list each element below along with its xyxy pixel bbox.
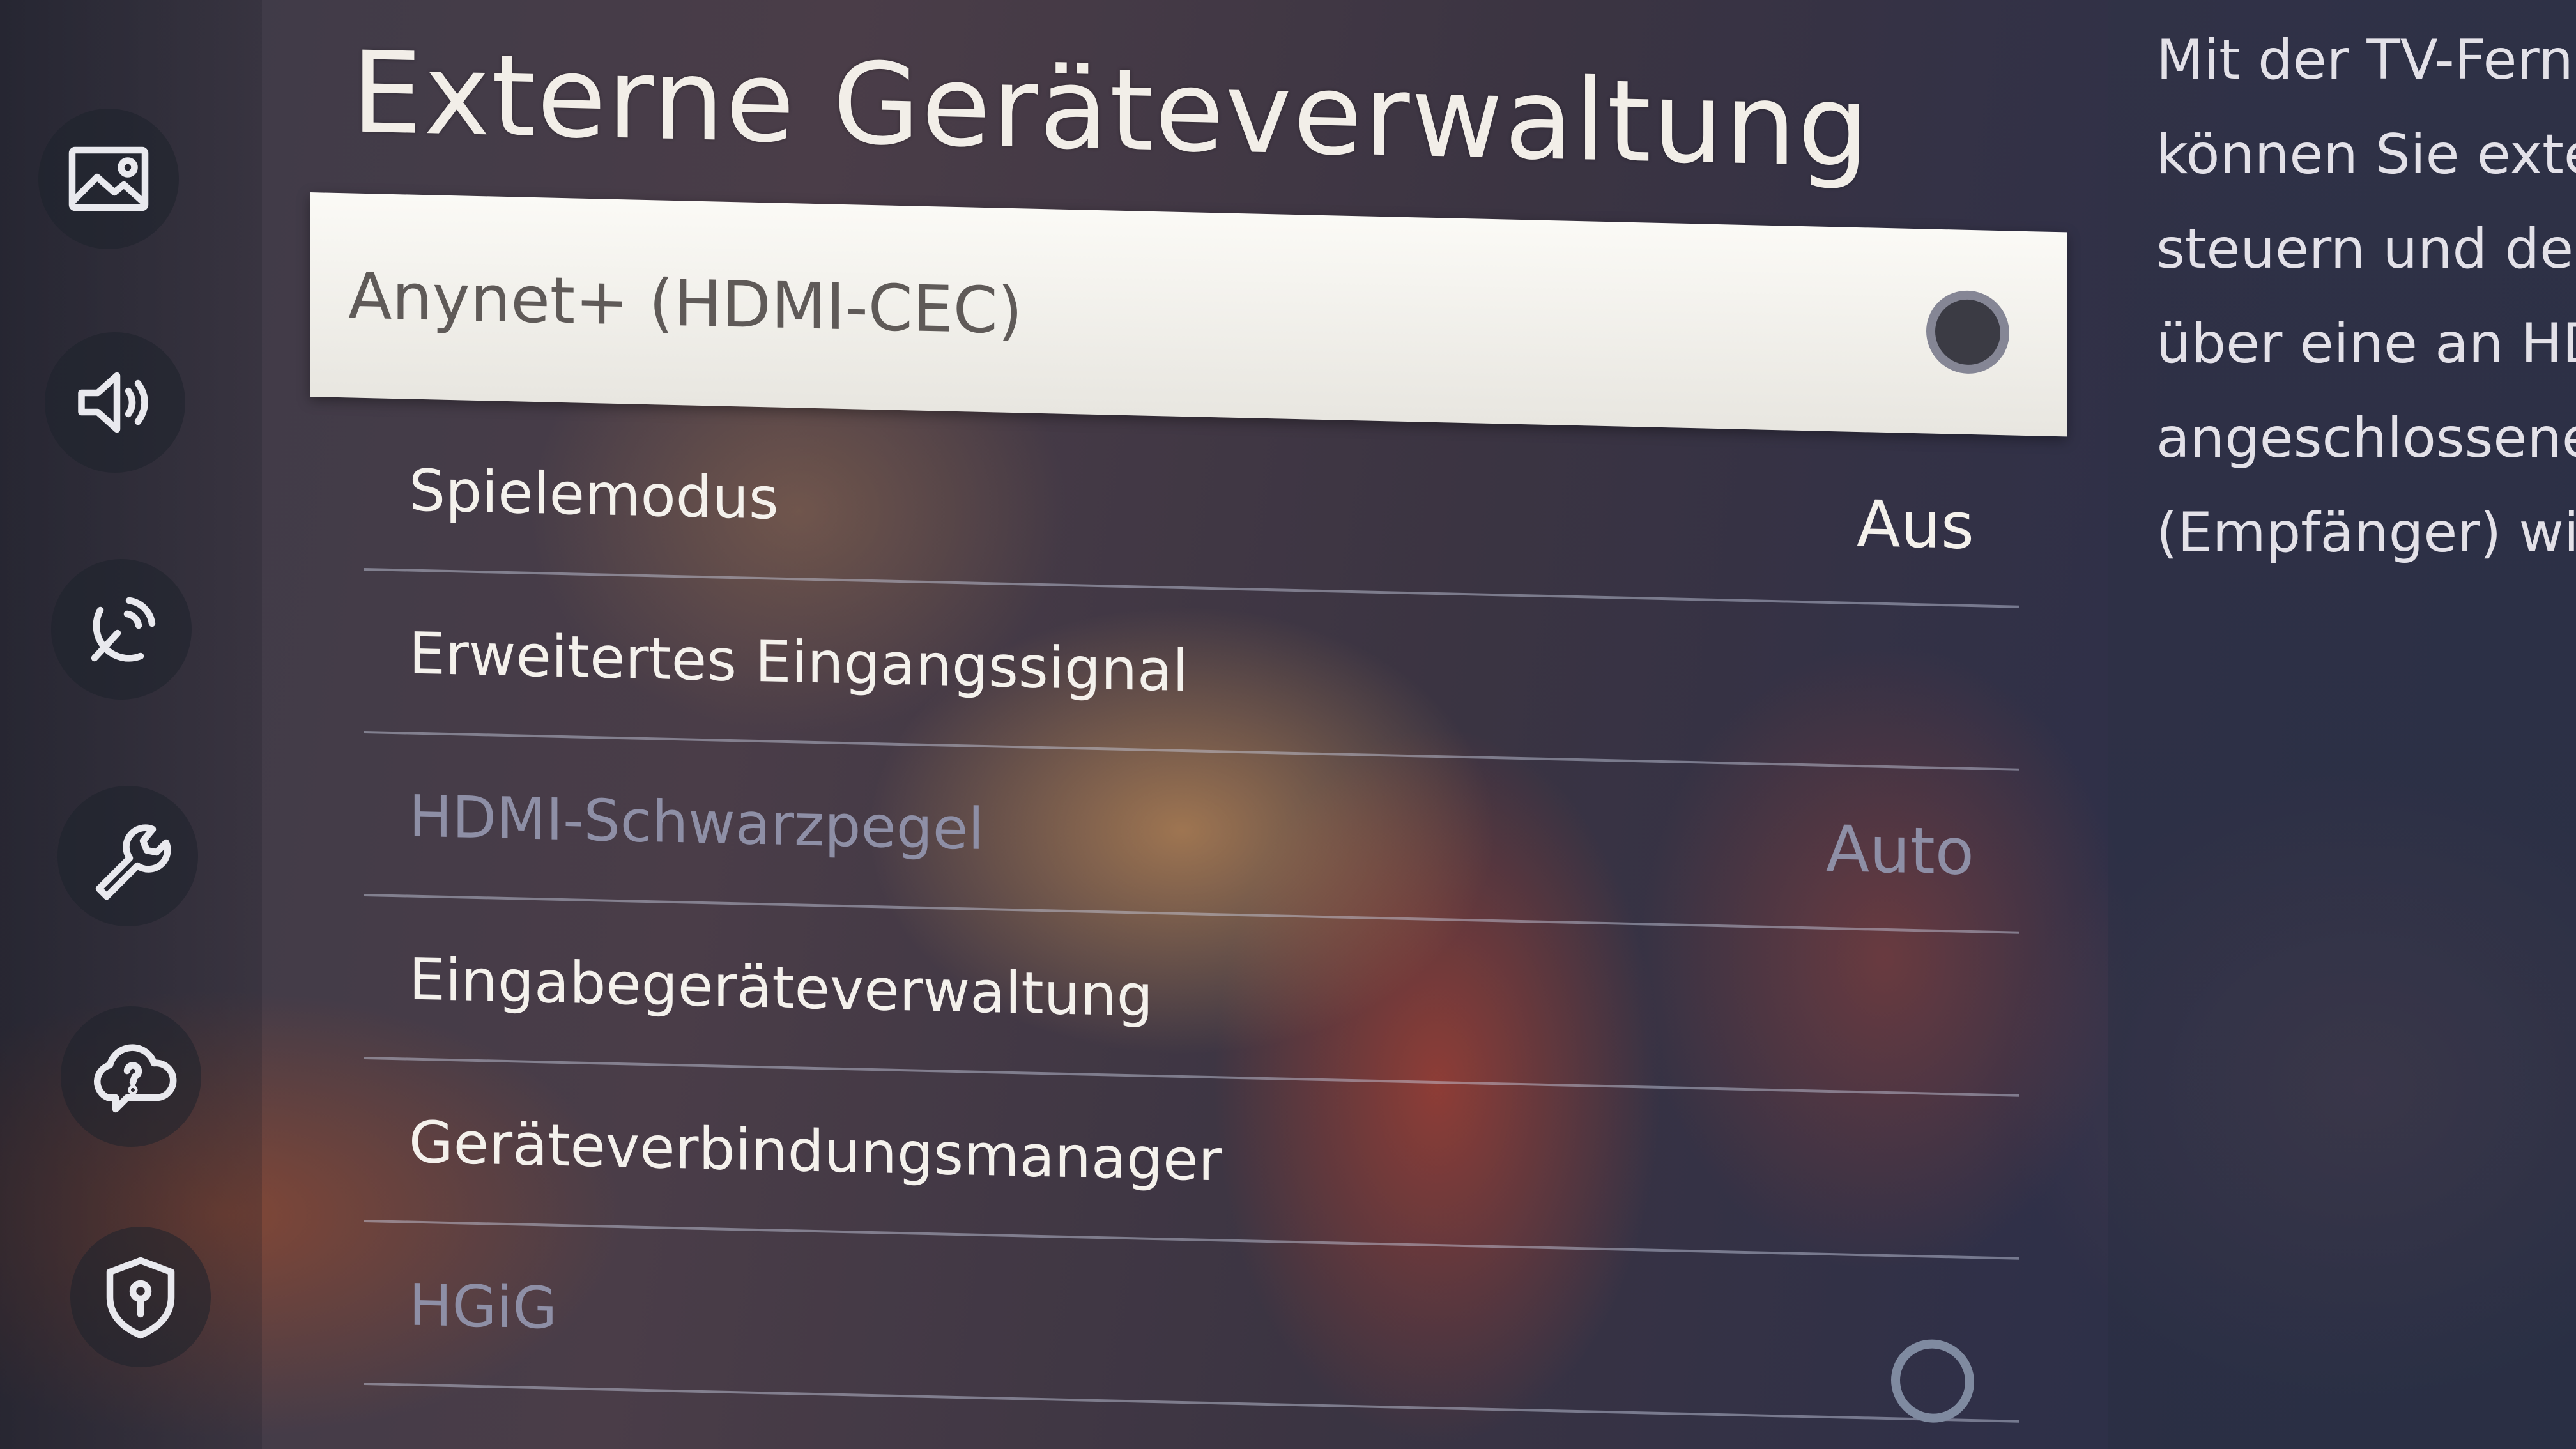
description-line: können Sie exte — [2156, 123, 2576, 187]
menu-item-label: HGiG — [409, 1271, 558, 1342]
support-category-button[interactable] — [61, 1006, 201, 1147]
menu-item-label: Spielemodus — [409, 457, 779, 533]
anynet-toggle[interactable] — [1926, 289, 2009, 375]
menu-item-value: Aus — [1857, 486, 1974, 564]
description-line: angeschlossene — [2156, 406, 2576, 470]
menu-item-label: HDMI-Schwarzpegel — [409, 783, 985, 863]
menu-item-eingabegeraeteverwaltung[interactable]: Eingabegeräteverwaltung — [364, 899, 2019, 1097]
menu-panel: Externe Geräteverwaltung Anynet+ (HDMI-C… — [281, 0, 2108, 1449]
menu-item-erweitertes-eingangssignal[interactable]: Erweitertes Eingangssignal — [364, 573, 2019, 771]
broadcast-category-button[interactable] — [51, 559, 192, 700]
help-description-pane: Mit der TV-Fernl können Sie exte steuern… — [2108, 0, 2576, 1449]
page-title: Externe Geräteverwaltung — [351, 27, 1871, 193]
menu-item-label: Geräteverbindungsmanager — [409, 1108, 1222, 1194]
settings-category-rail — [0, 0, 262, 1449]
menu-item-label: Erweitertes Eingangssignal — [409, 620, 1189, 705]
support-cloud-icon — [94, 1044, 177, 1113]
privacy-shield-icon — [106, 1257, 175, 1339]
picture-icon — [68, 146, 149, 211]
sound-icon — [78, 372, 148, 433]
menu-item-hdmi-schwarzpegel[interactable]: HDMI-Schwarzpegel Auto — [364, 736, 2019, 934]
menu-item-label: Eingabegeräteverwaltung — [409, 946, 1153, 1030]
help-description-text: Mit der TV-Fernl können Sie exte steuern… — [2156, 13, 2576, 580]
description-line: Mit der TV-Fernl — [2156, 28, 2576, 92]
menu-item-hgig[interactable]: HGiG — [364, 1225, 2019, 1424]
description-line: steuern und den — [2156, 217, 2576, 281]
menu-item-value: Auto — [1825, 811, 1974, 889]
menu-item-spielemodus[interactable]: Spielemodus Aus — [364, 410, 2019, 608]
wrench-icon — [95, 824, 171, 900]
tv-settings-screen: Externe Geräteverwaltung Anynet+ (HDMI-C… — [0, 0, 2576, 1449]
menu-item-label: Anynet+ (HDMI-CEC) — [348, 257, 1023, 348]
hgig-toggle[interactable] — [1891, 1338, 1974, 1424]
description-line: über eine an HDI — [2156, 312, 2576, 376]
menu-item-anynet[interactable]: Anynet+ (HDMI-CEC) — [310, 192, 2067, 437]
privacy-category-button[interactable] — [70, 1227, 211, 1367]
menu-item-geraeteverbindungsmanager[interactable]: Geräteverbindungsmanager — [364, 1062, 2019, 1260]
description-line: (Empfänger) wie — [2156, 501, 2576, 565]
sound-category-button[interactable] — [45, 332, 185, 473]
picture-category-button[interactable] — [38, 109, 179, 249]
broadcast-icon — [91, 597, 156, 662]
general-category-button[interactable] — [57, 786, 198, 926]
